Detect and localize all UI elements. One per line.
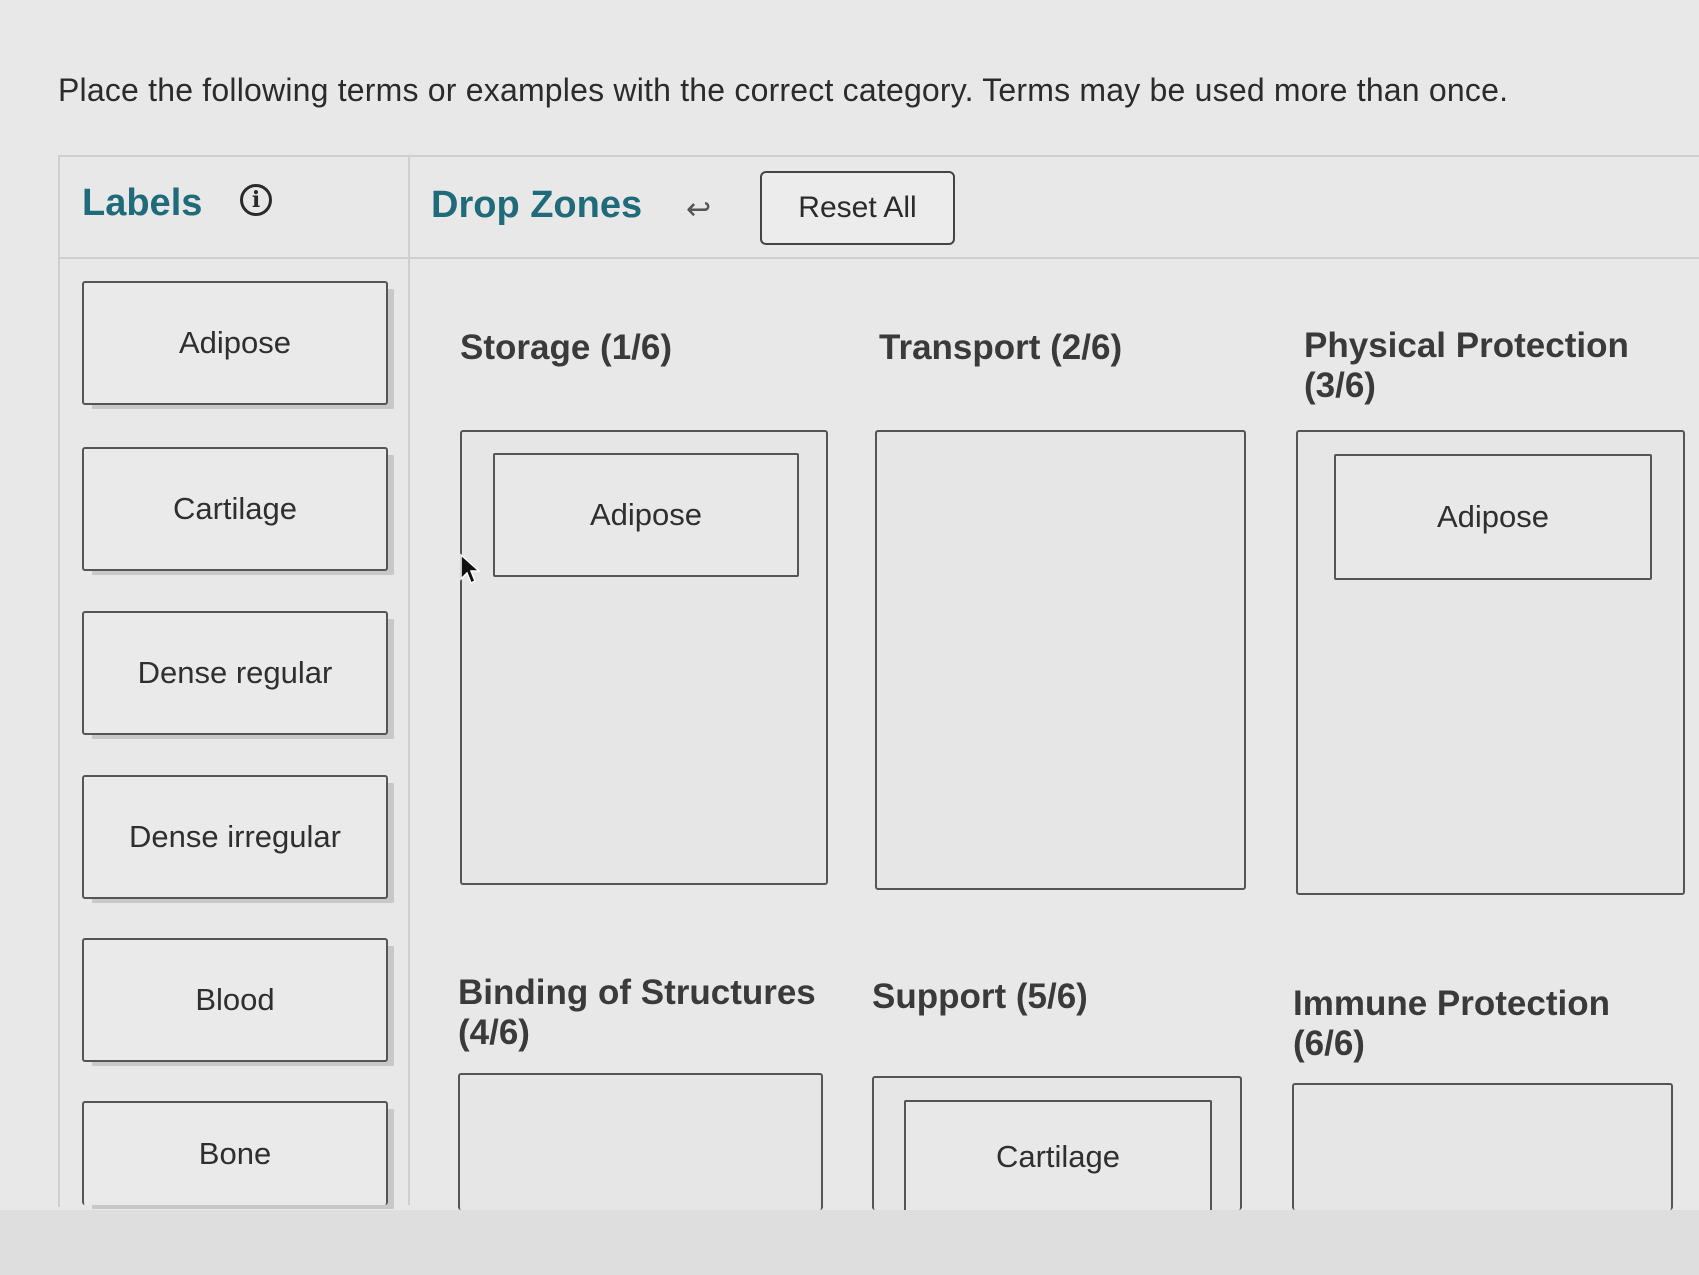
instruction-text: Place the following terms or examples wi… (58, 72, 1509, 108)
drop-zone-transport[interactable] (875, 430, 1246, 890)
zone-title-binding-of-structures: Binding of Structures (4/6) (458, 973, 816, 1052)
zone-title-immune-protection: Immune Protection (6/6) (1293, 984, 1610, 1063)
drop-zone-immune-protection[interactable] (1292, 1083, 1673, 1210)
zone-title-support: Support (5/6) (872, 977, 1088, 1016)
mouse-pointer-icon (460, 553, 481, 585)
zone-title-storage: Storage (1/6) (460, 328, 672, 367)
zone-title-physical-protection: Physical Protection (3/6) (1304, 326, 1629, 405)
reset-all-button[interactable]: Reset All (760, 171, 955, 245)
label-tile-bone[interactable]: Bone (82, 1101, 388, 1205)
drop-zone-binding-of-structures[interactable] (458, 1073, 823, 1210)
drop-zone-physical-protection[interactable]: Adipose (1296, 430, 1685, 895)
column-divider (408, 157, 410, 1205)
placed-label-adipose[interactable]: Adipose (493, 453, 799, 577)
labels-heading: Labels (82, 182, 203, 224)
label-tile-dense-regular[interactable]: Dense regular (82, 611, 388, 735)
label-tile-dense-irregular[interactable]: Dense irregular (82, 775, 388, 899)
label-tile-blood[interactable]: Blood (82, 938, 388, 1062)
drop-zones-heading: Drop Zones (431, 184, 643, 226)
drop-zone-storage[interactable]: Adipose (460, 430, 828, 885)
label-tile-adipose[interactable]: Adipose (82, 281, 388, 405)
info-icon[interactable]: i (240, 184, 272, 216)
drop-zone-support[interactable]: Cartilage (872, 1076, 1242, 1212)
label-tile-cartilage[interactable]: Cartilage (82, 447, 388, 571)
placed-label-adipose[interactable]: Adipose (1334, 454, 1652, 580)
page-bottom-strip (0, 1210, 1699, 1275)
placed-label-cartilage[interactable]: Cartilage (904, 1100, 1212, 1212)
zone-title-transport: Transport (2/6) (879, 328, 1123, 367)
undo-arrow-icon[interactable]: ↩ (686, 192, 711, 227)
